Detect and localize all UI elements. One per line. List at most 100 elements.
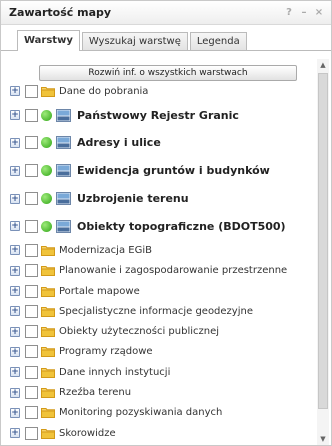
scroll-down-icon[interactable]: ▼ bbox=[317, 433, 329, 445]
layer-label[interactable]: Obiekty topograficzne (BDOT500) bbox=[77, 220, 286, 233]
layer-row: + Ewidencja gruntów i budynków bbox=[7, 157, 313, 185]
scroll-up-icon[interactable]: ▲ bbox=[317, 59, 329, 71]
expand-icon[interactable]: + bbox=[10, 110, 20, 121]
layer-label[interactable]: Uzbrojenie terenu bbox=[77, 192, 189, 205]
vertical-scrollbar[interactable]: ▲ ▼ bbox=[317, 59, 329, 445]
layer-checkbox[interactable] bbox=[25, 304, 38, 318]
layer-checkbox[interactable] bbox=[25, 108, 38, 122]
layer-row: + Programy rządowe bbox=[7, 342, 313, 362]
active-dot-icon bbox=[41, 137, 52, 149]
layer-label[interactable]: Specjalistyczne informacje geodezyjne bbox=[59, 306, 253, 317]
layer-row: + Dane innych instytucji bbox=[7, 362, 313, 382]
layer-checkbox[interactable] bbox=[25, 325, 38, 339]
tab-legend[interactable]: Legenda bbox=[189, 32, 247, 50]
layer-row: + Skorowidze bbox=[7, 423, 313, 443]
layer-checkbox[interactable] bbox=[25, 84, 38, 98]
layer-checkbox[interactable] bbox=[25, 264, 38, 278]
layers-content: Rozwiń inf. o wszystkich warstwach + Dan… bbox=[7, 53, 329, 445]
layer-checkbox[interactable] bbox=[25, 192, 38, 206]
layer-label[interactable]: Dane innych instytucji bbox=[59, 367, 170, 378]
layer-label[interactable]: Planowanie i zagospodarowanie przestrzen… bbox=[59, 265, 287, 276]
expand-icon[interactable]: + bbox=[10, 265, 20, 276]
expand-icon[interactable]: + bbox=[10, 346, 20, 357]
map-contents-panel: Zawartość mapy ? – × Warstwy Wyszukaj wa… bbox=[0, 0, 332, 446]
active-dot-icon bbox=[41, 165, 52, 177]
expand-icon[interactable]: + bbox=[10, 306, 20, 317]
layer-label[interactable]: Skorowidze bbox=[59, 428, 116, 439]
folder-icon bbox=[41, 86, 55, 97]
layer-checkbox[interactable] bbox=[25, 284, 38, 298]
folder-icon bbox=[41, 408, 55, 419]
layer-label[interactable]: Portale mapowe bbox=[59, 286, 140, 297]
active-dot-icon bbox=[41, 220, 52, 232]
layer-row: + Portale mapowe bbox=[7, 281, 313, 301]
layer-label[interactable]: Rzeźba terenu bbox=[59, 387, 131, 398]
wms-icon bbox=[56, 136, 71, 150]
expand-icon[interactable]: + bbox=[10, 221, 20, 232]
layer-row: + Dane do pobrania bbox=[7, 81, 313, 101]
folder-icon bbox=[41, 367, 55, 378]
layer-checkbox[interactable] bbox=[25, 164, 38, 178]
active-dot-icon bbox=[41, 109, 52, 121]
expand-icon[interactable]: + bbox=[10, 367, 20, 378]
expand-icon[interactable]: + bbox=[10, 193, 20, 204]
layer-checkbox[interactable] bbox=[25, 219, 38, 233]
tab-search-layer[interactable]: Wyszukaj warstwę bbox=[81, 32, 188, 50]
expand-icon[interactable]: + bbox=[10, 326, 20, 337]
layer-label[interactable]: Adresy i ulice bbox=[77, 136, 161, 149]
folder-icon bbox=[41, 286, 55, 297]
layer-row: + Specjalistyczne informacje geodezyjne bbox=[7, 301, 313, 321]
help-icon[interactable]: ? bbox=[283, 7, 295, 19]
layer-row: + Rzeźba terenu bbox=[7, 382, 313, 402]
expand-icon[interactable]: + bbox=[10, 286, 20, 297]
layer-row: + Obiekty topograficzne (BDOT500) bbox=[7, 212, 313, 240]
layer-row: + Planowanie i zagospodarowanie przestrz… bbox=[7, 261, 313, 281]
wms-icon bbox=[56, 164, 71, 178]
expand-icon[interactable]: + bbox=[10, 428, 20, 439]
layer-label[interactable]: Monitoring pozyskiwania danych bbox=[59, 407, 222, 418]
active-dot-icon bbox=[41, 193, 52, 205]
expand-icon[interactable]: + bbox=[10, 407, 20, 418]
layer-row: + Uzbrojenie terenu bbox=[7, 185, 313, 213]
expand-icon[interactable]: + bbox=[10, 86, 20, 97]
expand-icon[interactable]: + bbox=[10, 387, 20, 398]
layer-checkbox[interactable] bbox=[25, 136, 38, 150]
wms-icon bbox=[56, 219, 71, 233]
folder-icon bbox=[41, 388, 55, 398]
expand-icon[interactable]: + bbox=[10, 165, 20, 176]
layer-checkbox[interactable] bbox=[25, 345, 38, 359]
layer-list: + Dane do pobrania + Państwowy Rejestr G… bbox=[7, 81, 313, 443]
scroll-thumb[interactable] bbox=[318, 73, 328, 409]
layer-checkbox[interactable] bbox=[25, 406, 38, 420]
folder-icon bbox=[41, 327, 55, 338]
folder-icon bbox=[41, 347, 55, 358]
tab-layers[interactable]: Warstwy bbox=[17, 30, 80, 51]
expand-all-button[interactable]: Rozwiń inf. o wszystkich warstwach bbox=[39, 65, 297, 81]
layer-label[interactable]: Obiekty użyteczności publicznej bbox=[59, 326, 219, 337]
tab-bar: Warstwy Wyszukaj warstwę Legenda bbox=[1, 29, 331, 51]
titlebar: Zawartość mapy ? – × bbox=[1, 1, 331, 25]
close-icon[interactable]: × bbox=[313, 7, 325, 19]
layer-checkbox[interactable] bbox=[25, 365, 38, 379]
layer-row: + Modernizacja EGiB bbox=[7, 240, 313, 260]
layer-label[interactable]: Programy rządowe bbox=[59, 346, 153, 357]
expand-icon[interactable]: + bbox=[10, 137, 20, 148]
layer-row: + Monitoring pozyskiwania danych bbox=[7, 403, 313, 423]
layer-label[interactable]: Państwowy Rejestr Granic bbox=[77, 109, 239, 122]
layer-row: + Adresy i ulice bbox=[7, 129, 313, 157]
layer-checkbox[interactable] bbox=[25, 243, 38, 257]
minimize-icon[interactable]: – bbox=[298, 7, 310, 19]
wms-icon bbox=[56, 192, 71, 206]
panel-title: Zawartość mapy bbox=[9, 6, 112, 19]
layer-checkbox[interactable] bbox=[25, 386, 38, 399]
layer-checkbox[interactable] bbox=[25, 426, 38, 440]
layer-row: + Obiekty użyteczności publicznej bbox=[7, 321, 313, 341]
folder-icon bbox=[41, 306, 55, 317]
layer-label[interactable]: Modernizacja EGiB bbox=[59, 245, 152, 256]
layer-label[interactable]: Ewidencja gruntów i budynków bbox=[77, 164, 270, 177]
folder-icon bbox=[41, 245, 55, 256]
layer-row: + Państwowy Rejestr Granic bbox=[7, 101, 313, 129]
folder-icon bbox=[41, 428, 55, 439]
expand-icon[interactable]: + bbox=[10, 245, 20, 256]
layer-label[interactable]: Dane do pobrania bbox=[59, 86, 148, 97]
